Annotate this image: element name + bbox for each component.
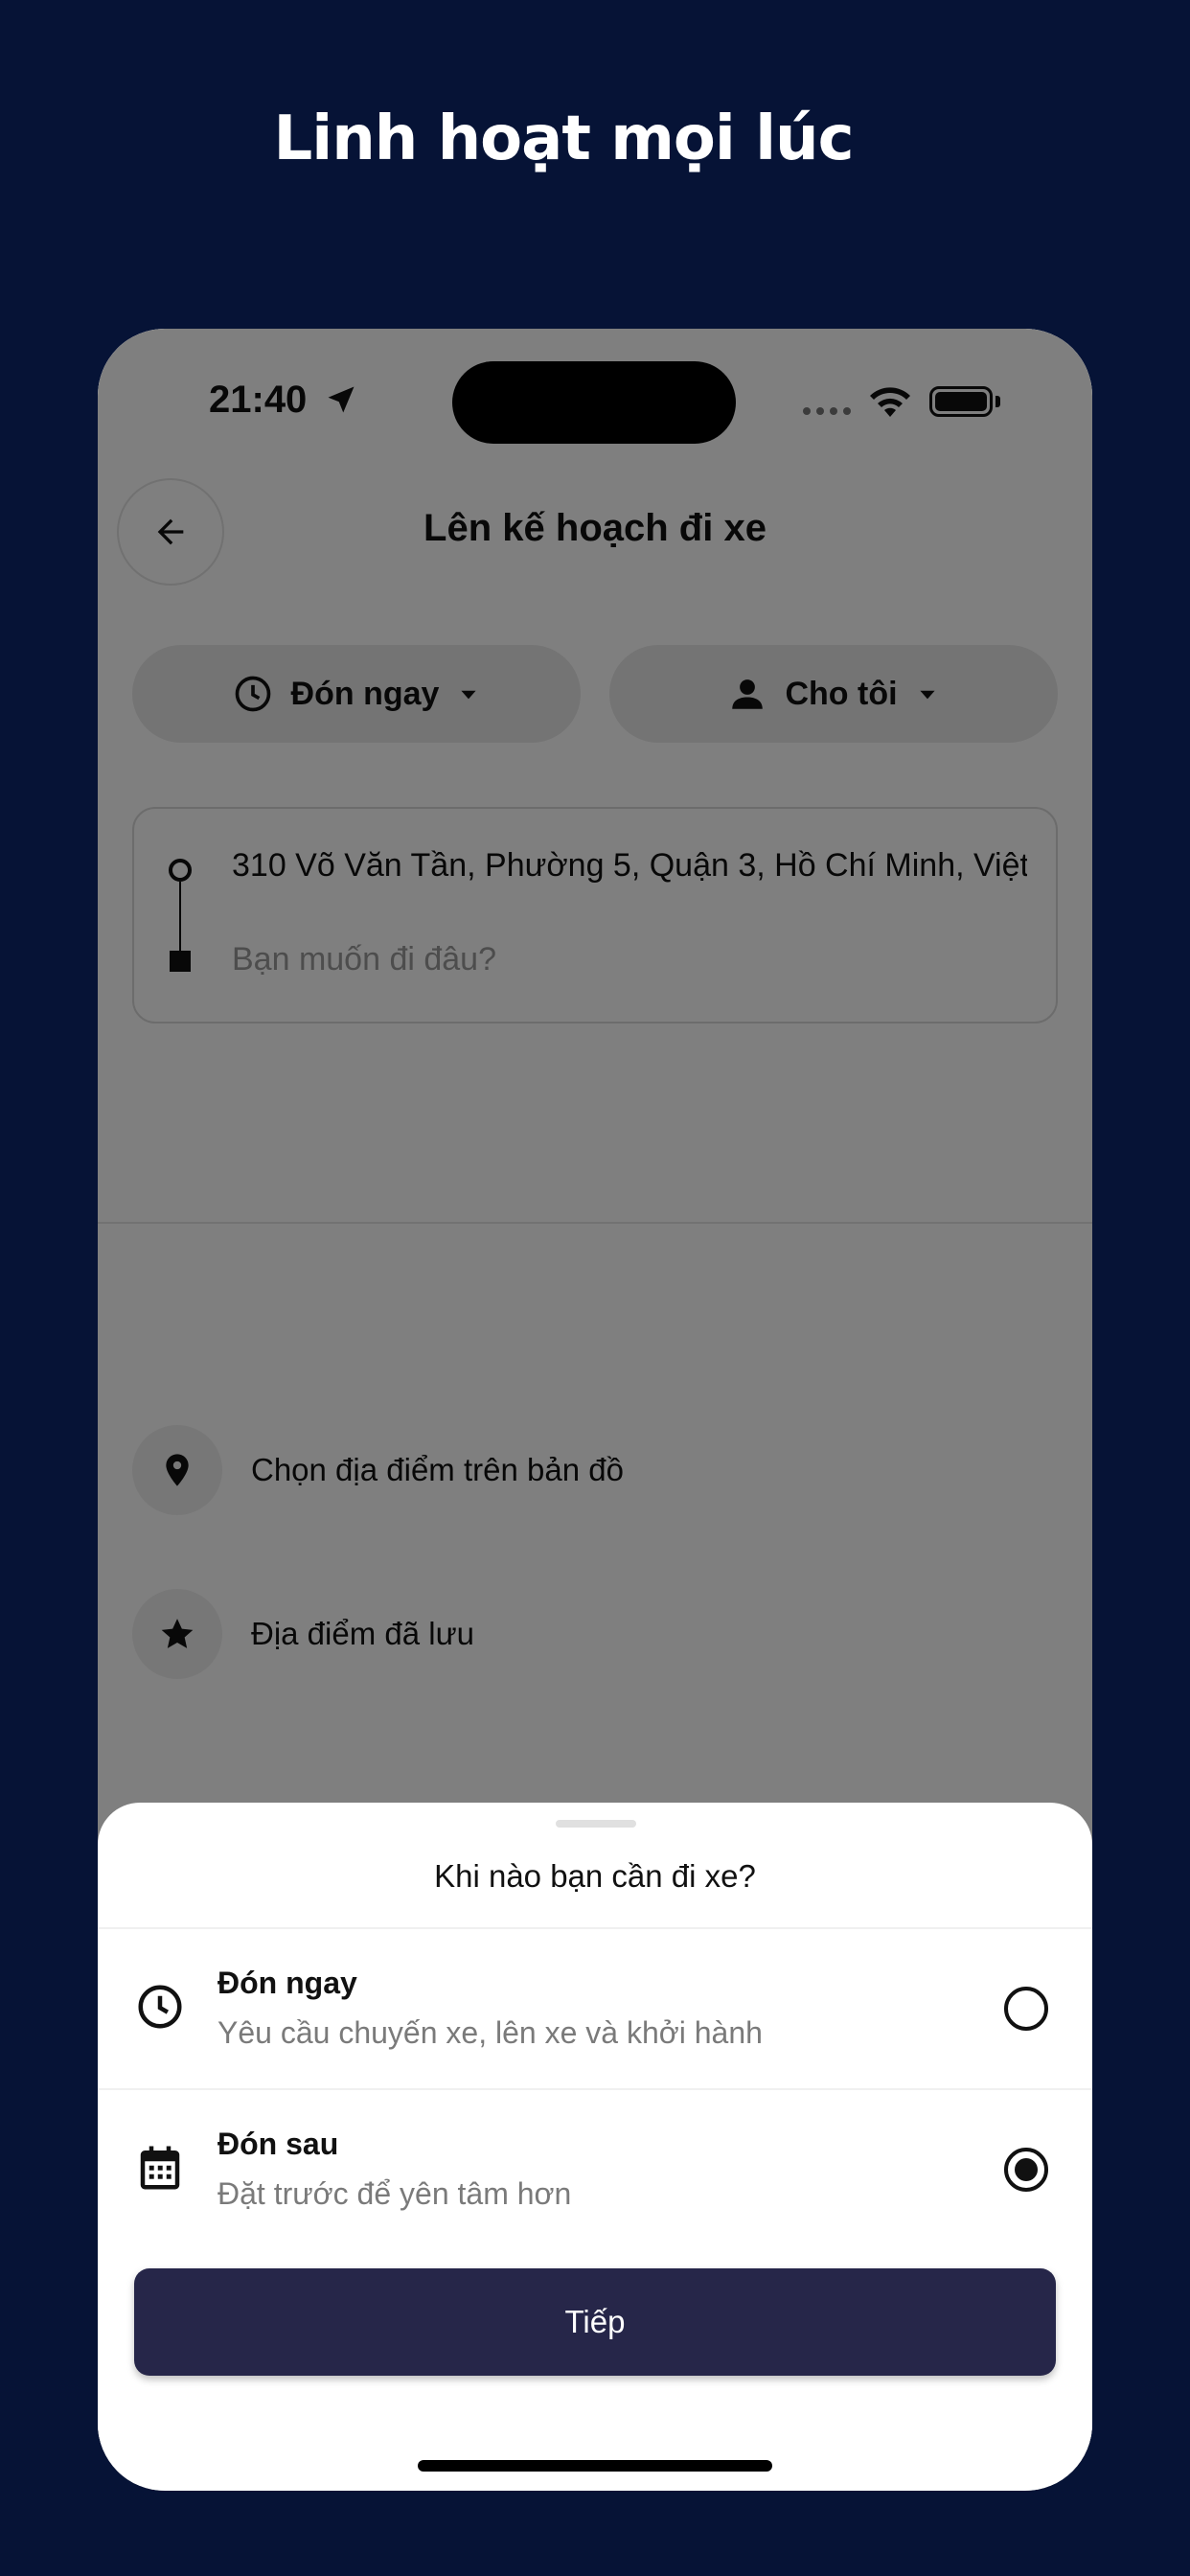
sheet-grabber[interactable] <box>556 1820 636 1828</box>
choice-pickup-later[interactable]: Đón sau Đặt trước để yên tâm hơn <box>98 2090 1092 2249</box>
next-button[interactable]: Tiếp <box>134 2268 1056 2376</box>
choice-subtitle: Đặt trước để yên tâm hơn <box>217 2176 572 2211</box>
dynamic-island <box>452 361 736 444</box>
home-indicator[interactable] <box>418 2460 772 2472</box>
choice-subtitle: Yêu cầu chuyến xe, lên xe và khởi hành <box>217 2015 763 2050</box>
sheet-title: Khi nào bạn cần đi xe? <box>434 1858 756 1894</box>
radio-pickup-later[interactable] <box>1004 2148 1048 2192</box>
calendar-icon <box>140 2146 180 2190</box>
clock-icon <box>138 1985 182 2029</box>
radio-pickup-now[interactable] <box>1004 1987 1048 2031</box>
choice-pickup-now[interactable]: Đón ngay Yêu cầu chuyến xe, lên xe và kh… <box>98 1929 1092 2088</box>
choice-title: Đón ngay <box>217 1966 357 2000</box>
headline: Linh hoạt mọi lúc <box>273 104 854 174</box>
schedule-bottom-sheet: Khi nào bạn cần đi xe? Đón ngay Yêu cầu … <box>98 1803 1092 2491</box>
choice-title: Đón sau <box>217 2127 339 2161</box>
phone-frame: 21:40 Lên kế hoạch đi xe Đón ngay Cho tô… <box>98 329 1092 2491</box>
